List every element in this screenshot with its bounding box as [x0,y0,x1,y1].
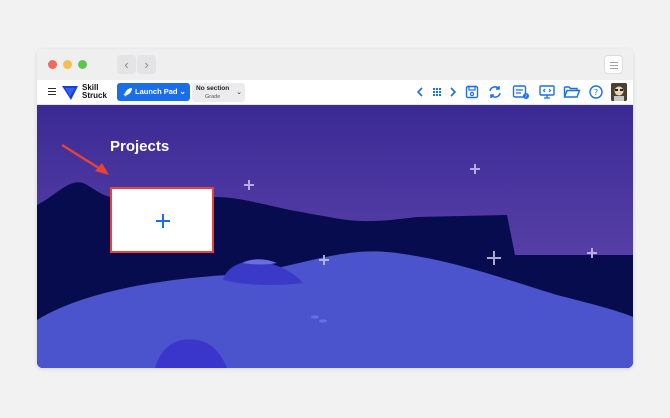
chevron-right-icon: › [144,57,149,72]
user-avatar[interactable] [611,83,627,101]
help-icon[interactable]: ? [588,84,604,100]
plus-icon-vertical [162,214,164,228]
present-icon[interactable] [538,84,556,100]
projects-canvas: Projects [37,105,633,368]
section-label: No section [196,85,230,92]
chevron-left-icon: ‹ [124,57,129,72]
maximize-window-button[interactable] [78,60,87,69]
minimize-window-button[interactable] [63,60,72,69]
chevron-right-icon[interactable] [448,84,458,100]
browser-back-button[interactable]: ‹ [117,55,136,74]
browser-window: ‹ › Skill Struck Launch Pad ⌄ No section… [37,49,633,368]
launch-pad-label: Launch Pad [135,87,178,96]
menu-icon [610,62,618,63]
sync-icon[interactable] [487,84,503,100]
skillstruck-logo-icon [62,86,78,100]
hamburger-menu-icon[interactable] [48,88,56,96]
close-window-button[interactable] [48,60,57,69]
launch-pad-button[interactable]: Launch Pad ⌄ [117,83,190,101]
skillstruck-logo-text: Skill Struck [82,84,107,100]
browser-menu-button[interactable] [604,55,623,74]
chevron-down-icon: ⌄ [179,87,186,96]
apps-grid-icon[interactable] [431,84,443,100]
browser-titlebar: ‹ › [37,49,633,81]
code-settings-icon[interactable]: ? [512,84,530,100]
chevron-down-icon: ⌄ [236,89,242,96]
chevron-left-icon[interactable] [415,84,425,100]
section-sublabel: Grade [205,94,221,100]
menu-icon-line [610,65,618,66]
rocket-icon [123,88,132,97]
section-select[interactable]: No section Grade ⌄ [192,83,245,102]
page-title: Projects [110,138,170,155]
browser-forward-button[interactable]: › [137,55,156,74]
logo-line2: Struck [82,91,107,100]
svg-text:?: ? [594,88,598,97]
app-toolbar: Skill Struck Launch Pad ⌄ No section Gra… [37,80,633,105]
folder-open-icon[interactable] [563,84,581,100]
save-icon[interactable] [465,84,479,100]
new-project-button[interactable] [110,187,214,253]
menu-icon-line [610,68,618,69]
